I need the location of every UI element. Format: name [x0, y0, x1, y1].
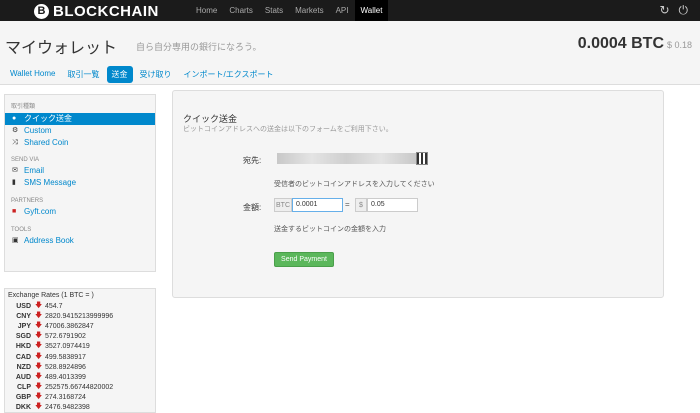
refresh-icon[interactable]: ↻	[659, 3, 669, 18]
shuffle-icon: ⤨	[12, 139, 18, 146]
book-icon: ▣	[12, 237, 19, 244]
rate-row: SGD 🡇 572.6791902	[15, 332, 86, 341]
btc-unit-label: BTC	[274, 198, 292, 212]
sidebar-item-label: SMS Message	[24, 178, 77, 187]
equals-sign: =	[345, 200, 350, 209]
send-payment-button[interactable]: Send Payment	[274, 252, 334, 267]
tab-import-export[interactable]: インポート/エクスポート	[179, 66, 279, 83]
rate-row: CLP 🡇 252575.66744820002	[17, 383, 114, 392]
to-label: 宛先:	[243, 156, 262, 165]
nav-api[interactable]: API	[330, 0, 355, 21]
nav-charts[interactable]: Charts	[223, 0, 259, 21]
tab-send[interactable]: 送金	[106, 66, 133, 83]
usd-unit-label: $	[355, 198, 367, 212]
page-title: マイウォレット	[5, 40, 118, 57]
rate-row: NZD 🡇 528.8924896	[16, 362, 86, 371]
nav-home[interactable]: Home	[190, 0, 223, 21]
send-sidebar: 取引種類 ● クイック送金 ⚙ Custom ⤨ Shared Coin SEN…	[4, 94, 156, 272]
page-subtitle: 自ら自分専用の銀行になろう。	[136, 42, 262, 52]
rate-row: DKK 🡇 2476.9482398	[15, 403, 90, 412]
to-address-input[interactable]	[277, 153, 416, 164]
main-nav: Home Charts Stats Markets API Wallet	[190, 0, 389, 21]
sidebar-item-label: クイック送金	[24, 114, 72, 123]
amount-label: 金額:	[243, 203, 262, 212]
sidebar-item-label: Custom	[24, 126, 52, 135]
nav-stats[interactable]: Stats	[259, 0, 289, 21]
sidebar-heading-send-via: SEND VIA	[11, 157, 40, 163]
sidebar-heading-types: 取引種類	[11, 104, 36, 110]
form-subtitle: ビットコインアドレスへの送金は以下のフォームをご利用下さい。	[183, 126, 393, 133]
rates-title: Exchange Rates (1 BTC = )	[8, 292, 94, 299]
tab-transactions[interactable]: 取引一覧	[63, 66, 105, 83]
gear-icon: ⚙	[12, 127, 19, 134]
arrow-down-icon: 🡇	[35, 403, 43, 411]
rate-row: USD 🡇 454.7	[16, 301, 63, 310]
rate-row: CAD 🡇 499.5838917	[15, 352, 86, 361]
top-navbar: B BLOCKCHAIN Home Charts Stats Markets A…	[0, 0, 700, 21]
wallet-tabs: Wallet Home 取引一覧 送金 受け取り インポート/エクスポート	[5, 66, 278, 83]
balance-btc[interactable]: 0.0004 BTC	[578, 35, 664, 53]
rate-row: HKD 🡇 3527.0974419	[15, 342, 90, 351]
rate-row: AUD 🡇 489.4013399	[15, 372, 86, 381]
sidebar-item-sms[interactable]: ▮ SMS Message	[5, 177, 155, 189]
btc-amount-input[interactable]: 0.0001	[292, 198, 343, 212]
envelope-icon: ✉	[12, 167, 18, 174]
amount-help-text: 送金するビットコインの金額を入力	[274, 226, 386, 233]
sidebar-item-custom[interactable]: ⚙ Custom	[5, 125, 155, 137]
tab-wallet-home[interactable]: Wallet Home	[5, 66, 61, 83]
sidebar-item-gyft[interactable]: ■ Gyft.com	[5, 206, 155, 218]
sidebar-heading-partners: PARTNERS	[11, 198, 44, 204]
tab-receive[interactable]: 受け取り	[135, 66, 177, 83]
to-help-text: 受信者のビットコインアドレスを入力してください	[274, 181, 435, 188]
balance-fiat: $ 0.18	[666, 40, 692, 50]
logo-text: BLOCKCHAIN	[53, 2, 159, 20]
wallet-header: マイウォレット 自ら自分専用の銀行になろう。 0.0004 BTC $ 0.18…	[0, 21, 700, 85]
sidebar-item-address-book[interactable]: ▣ Address Book	[5, 235, 155, 247]
rate-row: JPY 🡇 47006.3862847	[17, 321, 94, 330]
sidebar-item-label: Shared Coin	[24, 138, 69, 147]
sidebar-item-label: Gyft.com	[24, 207, 57, 216]
sidebar-item-shared-coin[interactable]: ⤨ Shared Coin	[5, 137, 155, 149]
power-icon[interactable]: ⏻	[679, 3, 689, 18]
rate-row: GBP 🡇 274.3168724	[15, 393, 86, 402]
sidebar-heading-tools: TOOLS	[11, 227, 32, 233]
nav-markets[interactable]: Markets	[289, 0, 329, 21]
sidebar-item-label: Address Book	[24, 236, 74, 245]
qr-code-icon[interactable]	[416, 152, 428, 165]
phone-icon: ▮	[12, 179, 16, 186]
exchange-rates-panel: Exchange Rates (1 BTC = ) USD 🡇 454.7 CNY 🡇…	[4, 288, 156, 413]
blockchain-logo[interactable]: B BLOCKCHAIN	[34, 2, 159, 20]
logo-icon: B	[34, 3, 49, 19]
sidebar-item-quick-send[interactable]: ● クイック送金	[5, 113, 155, 125]
rate-row: CNY 🡇 2820.9415213999996	[16, 311, 114, 320]
nav-wallet[interactable]: Wallet	[354, 0, 389, 21]
sidebar-item-email[interactable]: ✉ Email	[5, 165, 155, 177]
gift-icon: ■	[12, 208, 17, 215]
sidebar-item-label: Email	[24, 166, 45, 175]
circle-icon: ●	[12, 115, 17, 122]
quick-send-panel: クイック送金 ビットコインアドレスへの送金は以下のフォームをご利用下さい。 宛先…	[172, 90, 664, 298]
usd-amount-input[interactable]: 0.05	[367, 198, 418, 212]
